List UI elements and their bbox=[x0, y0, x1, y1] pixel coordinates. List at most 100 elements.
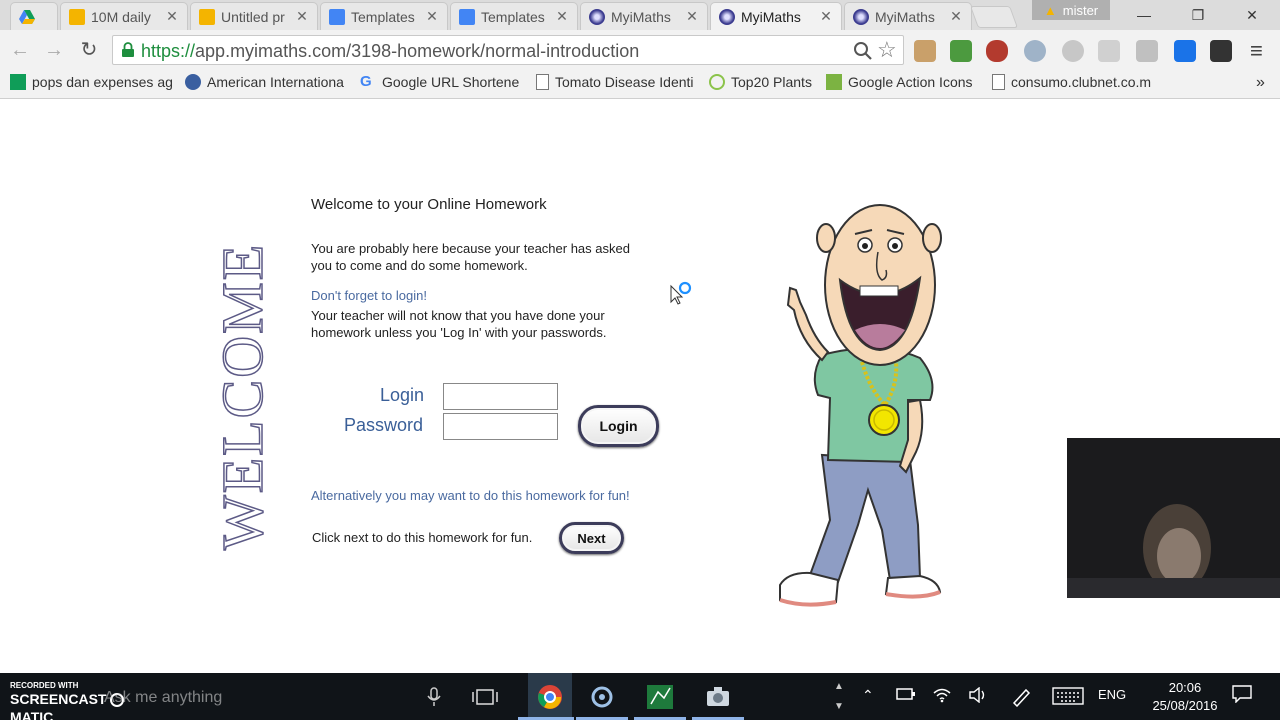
tab-10m-daily[interactable]: 10M daily ✕ bbox=[60, 2, 188, 30]
screen-recorder-taskbar-icon[interactable] bbox=[586, 681, 618, 713]
tab-myimaths-active[interactable]: MyiMaths ✕ bbox=[710, 2, 842, 30]
tab-templates-2[interactable]: Templates ✕ bbox=[450, 2, 578, 30]
snapshot-taskbar-icon[interactable] bbox=[702, 681, 734, 713]
close-tab-icon[interactable]: ✕ bbox=[555, 8, 569, 25]
show-hidden-icons-chevron[interactable]: ⌃ bbox=[862, 687, 874, 704]
reload-icon[interactable]: ↻ bbox=[77, 38, 101, 62]
volume-icon[interactable] bbox=[968, 686, 988, 706]
tab-templates-1[interactable]: Templates ✕ bbox=[320, 2, 448, 30]
keyboard-icon[interactable] bbox=[1052, 687, 1084, 708]
close-tab-icon[interactable]: ✕ bbox=[295, 8, 309, 25]
new-tab-button[interactable] bbox=[969, 6, 1019, 28]
d-extension-icon[interactable] bbox=[1174, 40, 1196, 62]
bookmark-label: Google Action Icons bbox=[848, 74, 973, 90]
cortana-search-box[interactable]: Ask me anything bbox=[104, 689, 222, 707]
tab-label: Untitled pr bbox=[221, 8, 285, 25]
login-button[interactable]: Login bbox=[578, 405, 659, 447]
leaf-icon bbox=[709, 74, 725, 90]
bookmark-item[interactable]: pops dan expenses ag bbox=[10, 74, 173, 90]
skype-icon[interactable] bbox=[1062, 40, 1084, 62]
extension-icon[interactable] bbox=[914, 40, 936, 62]
screencast-text: SCREENCAST bbox=[10, 691, 107, 707]
tab-strip: 10M daily ✕ Untitled pr ✕ Templates ✕ Te… bbox=[0, 0, 1280, 30]
cartoon-character-illustration bbox=[779, 204, 942, 607]
myimaths-icon bbox=[853, 8, 869, 25]
spreadsheet-taskbar-icon[interactable] bbox=[644, 681, 676, 713]
bookmark-label: pops dan expenses ag bbox=[32, 74, 173, 90]
login-input[interactable] bbox=[443, 383, 558, 410]
close-tab-icon[interactable]: ✕ bbox=[819, 8, 833, 25]
evernote-icon[interactable] bbox=[950, 40, 972, 62]
tab-label: MyiMaths bbox=[611, 8, 671, 25]
bookmark-label: Google URL Shortene bbox=[382, 74, 520, 90]
bookmark-item[interactable]: Tomato Disease Identi bbox=[536, 74, 694, 90]
close-tab-icon[interactable]: ✕ bbox=[165, 8, 179, 25]
password-input[interactable] bbox=[443, 413, 558, 440]
battery-icon[interactable] bbox=[896, 687, 916, 704]
close-tab-icon[interactable]: ✕ bbox=[685, 8, 699, 25]
clock-time: 20:06 bbox=[1168, 680, 1202, 695]
password-label: Password bbox=[343, 415, 423, 435]
task-view-icon[interactable] bbox=[469, 681, 501, 713]
busy-cursor-icon bbox=[670, 281, 692, 305]
address-bar[interactable]: https://app.myimaths.com/3198-homework/n… bbox=[112, 35, 904, 65]
microphone-icon[interactable] bbox=[418, 681, 450, 713]
profile-button[interactable]: ▲ mister bbox=[1032, 0, 1110, 20]
login-reminder: Don't forget to login! bbox=[311, 288, 427, 303]
chrome-taskbar-icon[interactable] bbox=[528, 673, 572, 720]
tab-label: MyiMaths bbox=[875, 8, 935, 25]
taskbar-scroll-arrows[interactable]: ▲ ▼ bbox=[834, 677, 844, 717]
language-indicator[interactable]: ENG bbox=[1098, 687, 1126, 702]
profile-name: mister bbox=[1062, 2, 1099, 18]
close-window-icon[interactable]: ✕ bbox=[1238, 4, 1266, 26]
myimaths-icon bbox=[589, 8, 605, 25]
bookmark-star-icon[interactable]: ☆ bbox=[877, 37, 897, 63]
google-icon: G bbox=[360, 73, 372, 90]
binoculars-icon[interactable] bbox=[1136, 40, 1158, 62]
url-text: https://app.myimaths.com/3198-homework/n… bbox=[141, 41, 639, 62]
search-icon[interactable] bbox=[853, 41, 873, 61]
wifi-icon[interactable] bbox=[932, 687, 952, 706]
webcam-overlay bbox=[1067, 438, 1280, 598]
tab-google-drive[interactable] bbox=[10, 2, 58, 30]
forward-arrow-icon[interactable]: → bbox=[42, 38, 66, 62]
matic-text: MATIC bbox=[10, 709, 54, 725]
welcome-vertical-heading: WELCOME bbox=[209, 242, 276, 551]
close-tab-icon[interactable]: ✕ bbox=[425, 8, 439, 25]
page-icon bbox=[992, 74, 1005, 90]
windows-taskbar: RECORDED WITH SCREENCASTMATIC Ask me any… bbox=[0, 673, 1280, 725]
more-bookmarks-button[interactable]: » bbox=[1256, 74, 1265, 92]
bookmark-label: Tomato Disease Identi bbox=[555, 74, 694, 90]
menu-icon[interactable]: ≡ bbox=[1250, 38, 1263, 64]
bookmark-item[interactable]: G Google URL Shortene bbox=[360, 73, 520, 91]
next-button[interactable]: Next bbox=[559, 522, 624, 554]
bookmark-item[interactable]: consumo.clubnet.co.m bbox=[992, 74, 1151, 90]
bookmark-item[interactable]: American Internationa bbox=[185, 74, 344, 90]
lock-icon bbox=[122, 42, 134, 57]
system-clock[interactable]: 20:06 25/08/2016 bbox=[1140, 679, 1230, 715]
sofa-icon[interactable] bbox=[986, 40, 1008, 62]
bookmark-label: Top20 Plants bbox=[731, 74, 812, 90]
alternative-text: Alternatively you may want to do this ho… bbox=[311, 488, 630, 503]
tab-label: 10M daily bbox=[91, 8, 151, 25]
restore-icon[interactable]: ❐ bbox=[1184, 4, 1212, 26]
minimize-icon[interactable]: — bbox=[1130, 4, 1158, 26]
tab-myimaths-3[interactable]: MyiMaths ✕ bbox=[844, 2, 972, 30]
globe-icon bbox=[185, 74, 201, 90]
close-tab-icon[interactable]: ✕ bbox=[949, 8, 963, 25]
magnifier-extension-icon[interactable] bbox=[1024, 40, 1046, 62]
drive-extension-icon[interactable] bbox=[1098, 40, 1120, 62]
sheets-icon bbox=[10, 74, 26, 90]
slides-icon bbox=[69, 8, 85, 25]
url-path: app.myimaths.com/3198-homework/normal-in… bbox=[195, 41, 640, 61]
back-arrow-icon[interactable]: ← bbox=[8, 38, 32, 62]
bookmark-item[interactable]: Top20 Plants bbox=[709, 74, 812, 90]
docs-icon bbox=[459, 8, 475, 25]
page-icon bbox=[536, 74, 549, 90]
pen-icon[interactable] bbox=[1010, 687, 1032, 710]
tab-untitled[interactable]: Untitled pr ✕ bbox=[190, 2, 318, 30]
tab-myimaths-1[interactable]: MyiMaths ✕ bbox=[580, 2, 708, 30]
film-icon[interactable] bbox=[1210, 40, 1232, 62]
bookmark-item[interactable]: Google Action Icons bbox=[826, 74, 973, 90]
notifications-icon[interactable] bbox=[1232, 685, 1252, 706]
